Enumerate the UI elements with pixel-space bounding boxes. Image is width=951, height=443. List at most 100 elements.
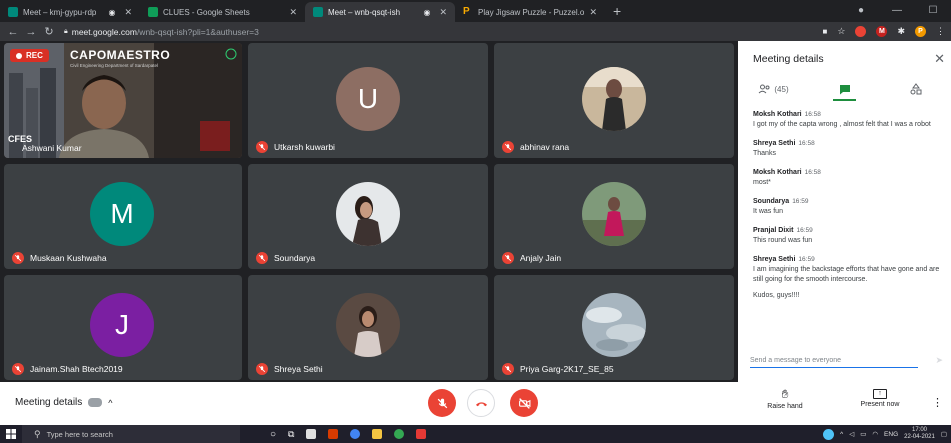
close-tab-icon[interactable]: ✕ <box>289 7 297 18</box>
mic-off-icon <box>256 363 268 375</box>
chevron-up-icon: ^ <box>108 397 113 408</box>
participant-name-text: Muskaan Kushwaha <box>30 253 107 263</box>
people-count: (45) <box>774 84 789 94</box>
chrome-profile-icon[interactable] <box>394 429 405 439</box>
notifications-icon[interactable]: ▢ <box>941 430 947 438</box>
participant-tile[interactable]: J Jainam.Shah Btech2019 <box>4 275 242 380</box>
message-time: 16:58 <box>804 111 821 118</box>
chrome-icon[interactable] <box>350 429 361 439</box>
close-panel-icon[interactable]: ✕ <box>934 51 945 67</box>
participant-tile[interactable]: U Utkarsh kuwarbi <box>248 43 488 158</box>
chat-input[interactable]: Send a message to everyone <box>750 354 918 368</box>
message-sender: Shreya Sethi 16:59 <box>753 256 943 263</box>
minimize-icon[interactable]: — <box>879 0 915 22</box>
office-icon[interactable] <box>328 429 339 439</box>
acrobat-icon[interactable] <box>416 429 427 439</box>
participant-tile[interactable]: REC CAPOMAESTRO Civil Engineering Depart… <box>4 43 242 158</box>
avatar: U <box>336 67 400 131</box>
profile-avatar-icon[interactable]: P <box>915 26 926 37</box>
raise-hand-button[interactable]: ✋︎ Raise hand <box>765 387 805 410</box>
more-options-icon[interactable]: ⋮ <box>932 396 943 409</box>
sheets-favicon-icon <box>148 7 158 17</box>
chat-icon <box>839 84 850 94</box>
speaker-icon[interactable]: ◁ <box>849 430 854 438</box>
brand-title: CAPOMAESTRO <box>70 48 171 62</box>
browser-menu-icon[interactable]: ⋮ <box>936 26 945 37</box>
screen: Meet – kmj-gypu-rdp ◉ ✕ CLUES - Google S… <box>0 0 951 443</box>
participant-name: Utkarsh kuwarbi <box>256 141 335 153</box>
panel-title: Meeting details <box>753 53 824 65</box>
message-text: I am imagining the backstage efforts tha… <box>753 266 940 283</box>
participant-tile[interactable]: Priya Garg-2K17_SE_85 <box>494 275 734 380</box>
maximize-icon[interactable]: ☐ <box>915 0 951 22</box>
mic-off-icon <box>502 141 514 153</box>
taskbar-search[interactable]: ⚲ Type here to search <box>22 425 240 443</box>
browser-tab-1[interactable]: CLUES - Google Sheets ✕ <box>140 2 305 22</box>
task-view-icon[interactable]: ⧉ <box>288 429 294 440</box>
message-text: Kudos, guys!!!! <box>753 292 800 299</box>
browser-tab-0[interactable]: Meet – kmj-gypu-rdp ◉ ✕ <box>0 2 140 22</box>
mic-toggle-button[interactable] <box>428 389 456 417</box>
rec-label: REC <box>26 51 43 60</box>
clock[interactable]: 17:00 22-04-2021 <box>904 427 935 441</box>
profile-icon[interactable]: ● <box>843 0 879 22</box>
gmail-extension-icon[interactable]: M <box>876 26 888 37</box>
puzzle-extension-icon[interactable]: ✱ <box>897 26 905 37</box>
message-time: 16:59 <box>792 198 809 205</box>
participant-name: Anjaly Jain <box>502 252 561 264</box>
back-icon[interactable]: ← <box>4 26 22 38</box>
wifi-icon[interactable]: ◠ <box>872 430 878 438</box>
message-text: I got my of the capta wrong , almost fel… <box>753 121 931 128</box>
participant-tile[interactable]: M Muskaan Kushwaha <box>4 164 242 269</box>
sender-name: Moksh Kothari <box>753 169 802 176</box>
send-icon[interactable]: ➤ <box>935 355 943 366</box>
hand-icon: ✋︎ <box>781 387 789 401</box>
chat-message: Shreya Sethi 16:59 I am imagining the bac… <box>753 256 943 285</box>
tray-app-icon[interactable] <box>823 428 835 440</box>
participant-tile[interactable]: Anjaly Jain <box>494 164 734 269</box>
browser-tab-2[interactable]: Meet – wnb-qsqt-ish ◉ ✕ <box>305 2 455 22</box>
browser-tab-strip: Meet – kmj-gypu-rdp ◉ ✕ CLUES - Google S… <box>0 0 951 22</box>
extension-red-icon[interactable] <box>855 26 867 37</box>
tab-people[interactable]: (45) <box>738 77 809 101</box>
forward-icon[interactable]: → <box>22 26 40 38</box>
store-icon[interactable] <box>306 429 317 439</box>
close-tab-icon[interactable]: ✕ <box>124 7 132 18</box>
message-time: 16:59 <box>796 227 813 234</box>
battery-icon[interactable]: ▭ <box>860 430 866 438</box>
language-indicator[interactable]: ENG <box>884 431 898 438</box>
cortana-icon[interactable]: ○ <box>270 429 276 440</box>
present-now-button[interactable]: ↑ Present now <box>850 387 910 408</box>
close-tab-icon[interactable]: ✕ <box>589 7 597 18</box>
participant-name-text: abhinav rana <box>520 142 570 152</box>
close-tab-icon[interactable]: ✕ <box>439 7 447 18</box>
meeting-details-button[interactable]: Meeting details ^ <box>15 397 113 408</box>
chat-message: Soundarya 16:59 It was fun <box>753 198 943 217</box>
chat-messages: Moksh Kothari 16:58 I got my of the capta… <box>753 111 943 311</box>
url-field[interactable]: 🔒︎ meet.google.com/wnb-qsqt-ish?pli=1&au… <box>64 27 259 37</box>
new-tab-button[interactable]: + <box>605 2 629 22</box>
captions-icon <box>88 398 103 407</box>
hang-up-icon <box>475 401 487 406</box>
participant-tile[interactable]: Shreya Sethi <box>248 275 488 380</box>
tab-chat[interactable] <box>809 77 880 101</box>
leave-call-button[interactable] <box>467 389 495 417</box>
message-time: 16:58 <box>798 140 815 147</box>
windows-start-icon[interactable] <box>0 429 22 439</box>
reload-icon[interactable]: ↻ <box>40 25 58 38</box>
chevron-up-icon[interactable]: ^ <box>840 431 843 438</box>
participant-tile[interactable]: Soundarya <box>248 164 488 269</box>
window-controls: ● — ☐ <box>843 0 951 22</box>
tab-activities[interactable] <box>880 77 951 101</box>
rec-dot-icon <box>16 52 22 59</box>
extension-icons: ■ ☆ M ✱ P ⋮ <box>823 22 945 41</box>
participant-tile[interactable]: abhinav rana <box>494 43 734 158</box>
star-icon[interactable]: ☆ <box>837 26 845 37</box>
recording-indicator-icon: ◉ <box>423 7 431 17</box>
file-explorer-icon[interactable] <box>372 429 383 439</box>
participant-name: Ashwani Kumar <box>22 143 82 153</box>
browser-tab-3[interactable]: P Play Jigsaw Puzzle - Puzzel.org ✕ <box>455 2 605 22</box>
camera-toggle-button[interactable] <box>510 389 538 417</box>
message-sender: Pranjal Dixit 16:59 <box>753 227 943 234</box>
camera-icon[interactable]: ■ <box>823 27 828 36</box>
